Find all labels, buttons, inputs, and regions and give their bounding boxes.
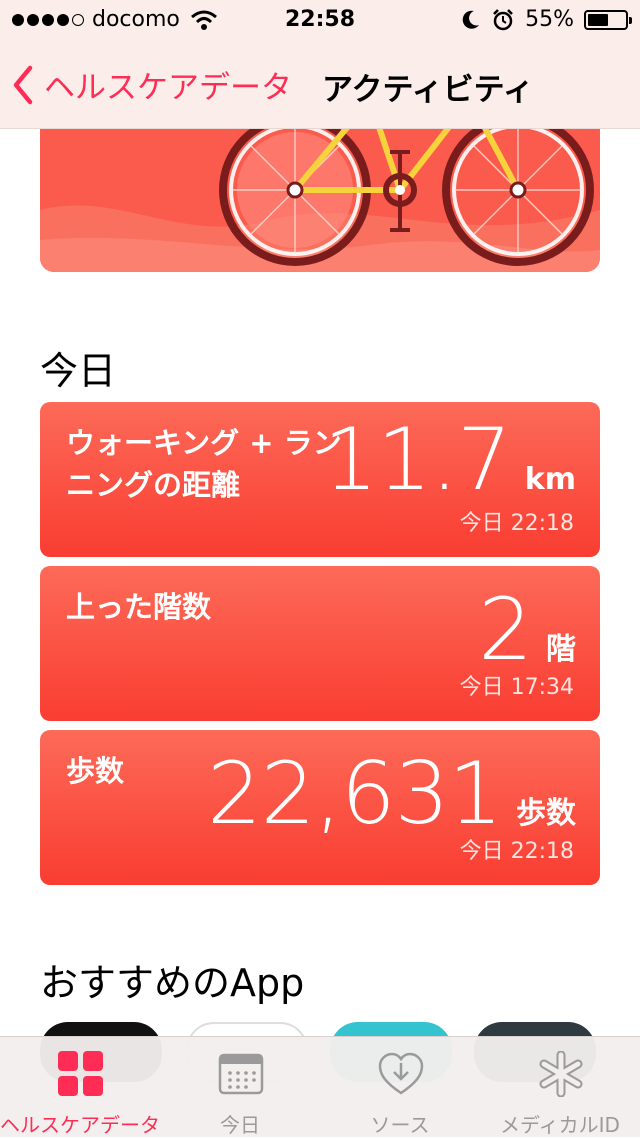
steps-timestamp: 今日 22:18 [459, 839, 574, 864]
flights-value: 2 [478, 580, 533, 680]
tab-health-data[interactable]: ヘルスケアデータ [0, 1037, 160, 1137]
steps-unit: 歩数 [516, 796, 576, 831]
status-bar: docomo 22:58 55% [0, 0, 640, 40]
asterisk-icon [539, 1051, 583, 1097]
flights-climbed-card[interactable]: 上った階数 2 階 今日 17:34 [40, 566, 600, 721]
tab-sources[interactable]: ソース [320, 1037, 480, 1137]
tab-label: 今日 [220, 1113, 260, 1137]
flights-label: 上った階数 [66, 590, 212, 624]
tab-label: ソース [370, 1113, 430, 1137]
heart-download-icon [378, 1052, 424, 1095]
grid-icon [58, 1051, 103, 1096]
tab-today[interactable]: 今日 [160, 1037, 320, 1137]
distance-unit: km [524, 462, 576, 497]
tab-medical-id[interactable]: メディカルID [480, 1037, 640, 1137]
flights-unit: 階 [546, 632, 576, 667]
steps-card[interactable]: 歩数 22,631 歩数 今日 22:18 [40, 730, 600, 885]
flights-timestamp: 今日 17:34 [459, 675, 574, 700]
top-bar: docomo 22:58 55% ヘルスケアデータ アクティビティ [0, 0, 640, 129]
chevron-left-icon [13, 65, 33, 104]
distance-card[interactable]: ウォーキング + ランニングの距離 11.7 km 今日 22:18 [40, 402, 600, 557]
today-section-title: 今日 [40, 349, 117, 393]
status-right: 55% [461, 7, 632, 32]
distance-value: 11.7 [323, 410, 511, 510]
distance-label: ウォーキング + ランニングの距離 [66, 426, 342, 502]
navigation-bar: ヘルスケアデータ アクティビティ [0, 40, 640, 128]
tab-label: ヘルスケアデータ [0, 1113, 160, 1137]
back-button-label: ヘルスケアデータ [44, 70, 292, 106]
calendar-icon [218, 1053, 264, 1095]
tab-label: メディカルID [500, 1113, 620, 1137]
page-title: アクティビティ [322, 72, 534, 108]
back-button[interactable]: ヘルスケアデータ [12, 62, 292, 107]
alarm-icon [493, 8, 513, 30]
distance-value-group: 11.7 km [323, 410, 576, 510]
battery-icon [584, 9, 632, 30]
steps-value-group: 22,631 歩数 [207, 744, 576, 844]
steps-value: 22,631 [207, 744, 503, 844]
moon-icon [462, 10, 480, 29]
battery-percent: 55% [525, 7, 574, 32]
recommended-apps-title: おすすめのApp [40, 961, 305, 1005]
flights-value-group: 2 階 [478, 580, 576, 680]
tab-bar: ヘルスケアデータ 今日 ソース メディカルID [0, 1036, 640, 1137]
distance-timestamp: 今日 22:18 [459, 511, 574, 536]
